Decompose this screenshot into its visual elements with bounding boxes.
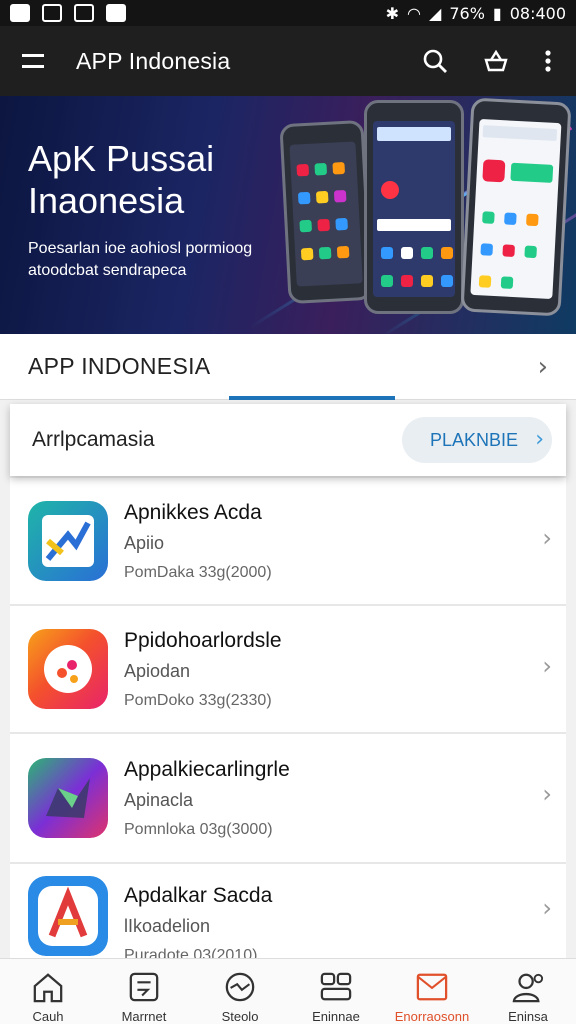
app-category: lIkoadelion — [124, 916, 211, 936]
nav-item-categories[interactable]: Eninnae — [288, 959, 384, 1024]
nav-label: Eninsa — [508, 1009, 548, 1024]
chevron-right-icon: › — [542, 894, 552, 922]
app-meta: PomDaka 33g(2000) — [124, 563, 272, 581]
nav-item-profile[interactable]: Eninsa — [480, 959, 576, 1024]
app-category: Apiodan — [124, 660, 191, 681]
hero-subtitle: Poesarlan ioe aohiosl pormioog atoodcbat… — [28, 240, 253, 279]
nav-item-explore[interactable]: Steolo — [192, 959, 288, 1024]
grid-icon — [320, 972, 352, 1001]
app-category: Apinacla — [124, 789, 194, 810]
nav-item-messages[interactable]: Enorraosonn — [384, 959, 480, 1024]
phone-illustration-right — [460, 97, 572, 317]
bag-notification-icon — [106, 4, 126, 22]
filter-button-label: PLAKNBIE — [430, 429, 519, 450]
nav-label: Eninnae — [312, 1009, 360, 1024]
hamburger-menu-icon[interactable] — [22, 54, 44, 68]
search-icon[interactable] — [422, 48, 448, 74]
app-meta: Pomnloka 03g(3000) — [124, 820, 273, 838]
status-bar: ✱ ◠ ◢ 76% ▮ 08:400 — [0, 0, 576, 26]
nav-item-home[interactable]: Cauh — [0, 959, 96, 1024]
app-icon — [28, 758, 108, 838]
app-icon — [28, 629, 108, 709]
nav-item-market[interactable]: Marrnet — [96, 959, 192, 1024]
signal-icon: ◢ — [429, 3, 442, 23]
list-item[interactable]: Ppidohoarlordsle Apiodan PomDoko 33g(233… — [10, 606, 566, 734]
battery-icon: ▮ — [492, 3, 502, 23]
gallery-notification-icon — [74, 4, 94, 22]
app-list: Apnikkes Acda Apiio PomDaka 33g(2000) › … — [10, 478, 566, 964]
app-name: Apdalkar Sacda — [124, 884, 273, 907]
phone-illustration-left — [279, 119, 373, 305]
list-item[interactable]: Appalkiecarlingrle Apinacla Pomnloka 03g… — [10, 734, 566, 864]
user-icon — [512, 973, 544, 1003]
cart-icon[interactable] — [482, 48, 510, 74]
bluetooth-icon: ✱ — [385, 3, 400, 23]
app-meta: PomDoko 33g(2330) — [124, 691, 272, 709]
hero-banner[interactable]: ApK Pussai Inaonesia Poesarlan ioe aohio… — [0, 96, 576, 334]
nav-label: Enorraosonn — [394, 1009, 470, 1024]
hero-title: ApK Pussai Inaonesia — [28, 138, 215, 221]
wifi-icon: ◠ — [407, 3, 422, 23]
app-bar: APP Indonesia — [0, 26, 576, 96]
app-name: Appalkiecarlingrle — [124, 757, 290, 781]
app-name: Apnikkes Acda — [124, 500, 262, 524]
bottom-navigation: Cauh Marrnet Steolo Eninnae Enorraosonn … — [0, 958, 576, 1024]
section-title: APP INDONESIA — [28, 353, 211, 379]
notification-icon — [10, 4, 30, 22]
clock: 08:400 — [509, 3, 566, 23]
app-category: Apiio — [124, 532, 165, 553]
battery-level: 76% — [449, 3, 485, 23]
message-icon — [129, 972, 159, 1002]
chevron-right-icon: › — [542, 524, 552, 552]
mail-icon — [416, 973, 448, 1001]
filter-button[interactable]: PLAKNBIE › — [402, 417, 552, 463]
chevron-right-icon: › — [542, 652, 552, 680]
app-icon — [28, 876, 108, 956]
message-notification-icon — [42, 4, 62, 22]
filter-label: Arrlpcamasia — [32, 428, 155, 451]
app-title: APP Indonesia — [76, 47, 231, 74]
chevron-right-icon[interactable]: › — [538, 352, 548, 382]
chevron-right-icon: › — [535, 427, 544, 452]
home-icon — [33, 973, 63, 1003]
nav-label: Steolo — [221, 1009, 259, 1024]
filter-card: Arrlpcamasia PLAKNBIE › — [10, 404, 566, 476]
list-item[interactable]: Apdalkar Sacda lIkoadelion Puradote 03(2… — [10, 864, 566, 964]
tab-indicator — [229, 396, 395, 400]
nav-label: Marrnet — [121, 1009, 167, 1024]
section-header[interactable]: APP INDONESIA › — [0, 334, 576, 400]
list-item[interactable]: Apnikkes Acda Apiio PomDaka 33g(2000) › — [10, 478, 566, 606]
app-icon — [28, 501, 108, 581]
compass-icon — [225, 972, 255, 1002]
more-options-icon[interactable] — [544, 49, 552, 73]
nav-label: Cauh — [32, 1009, 64, 1024]
phone-illustration-center — [364, 100, 464, 314]
chevron-right-icon: › — [542, 780, 552, 808]
app-name: Ppidohoarlordsle — [124, 628, 282, 652]
